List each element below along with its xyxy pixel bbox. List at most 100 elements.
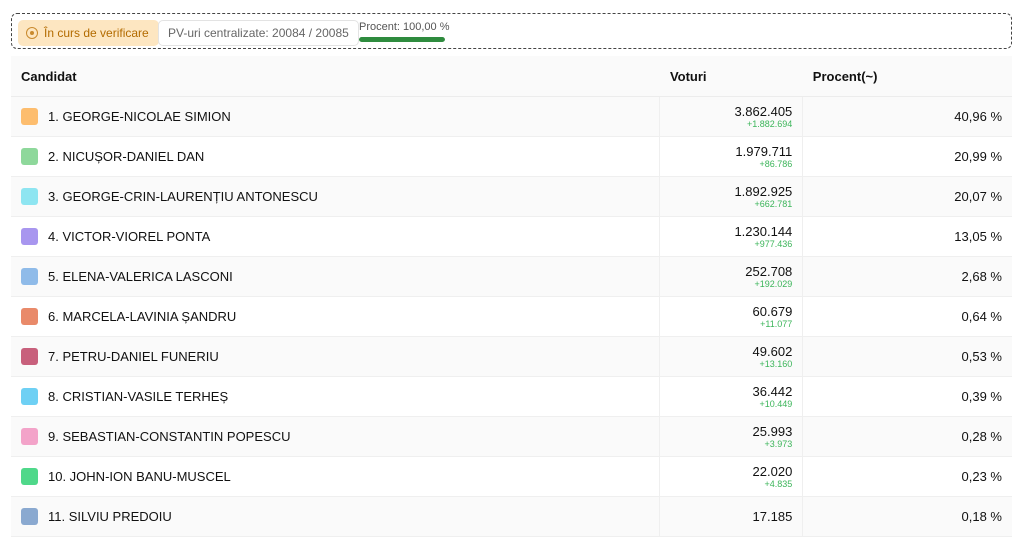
percent-cell: 40,96 % xyxy=(802,96,1012,137)
votes-delta: +3.973 xyxy=(764,438,793,449)
candidate-color-swatch xyxy=(21,148,38,165)
votes-delta: +86.786 xyxy=(759,158,793,169)
table-row[interactable]: 1. GEORGE-NICOLAE SIMION 3.862.405 +1.882.… xyxy=(11,96,1012,137)
votes-total: 25.993 xyxy=(752,423,793,439)
votes-total: 1.892.925 xyxy=(734,183,793,199)
header-percent[interactable]: Procent(~) xyxy=(802,56,1012,97)
candidate-color-swatch xyxy=(21,268,38,285)
candidate-name: 8. CRISTIAN-VASILE TERHEȘ xyxy=(48,389,229,404)
candidate-name: 1. GEORGE-NICOLAE SIMION xyxy=(48,109,231,124)
table-row[interactable]: 9. SEBASTIAN-CONSTANTIN POPESCU 25.993 +3.… xyxy=(11,416,1012,457)
percent-cell: 2,68 % xyxy=(802,256,1012,297)
candidate-color-swatch xyxy=(21,108,38,125)
candidate-color-swatch xyxy=(21,188,38,205)
results-table: Candidat Voturi Procent(~) 1. GEORGE-NIC… xyxy=(11,56,1012,537)
status-badge-label: În curs de verificare xyxy=(44,26,149,40)
percent-cell: 0,53 % xyxy=(802,336,1012,377)
candidate-cell: 1. GEORGE-NICOLAE SIMION xyxy=(11,96,660,137)
votes-delta: +10.449 xyxy=(759,398,793,409)
header-votes[interactable]: Voturi xyxy=(659,56,803,97)
progress-track xyxy=(359,37,445,42)
progress-label: Procent: 100,00 % xyxy=(359,21,450,33)
votes-delta: +11.077 xyxy=(760,318,793,329)
votes-total: 60.679 xyxy=(752,303,793,319)
votes-total: 1.979.711 xyxy=(735,143,793,159)
votes-delta: +13.160 xyxy=(759,358,793,369)
votes-total: 17.185 xyxy=(752,508,793,524)
percent-cell: 20,99 % xyxy=(802,136,1012,177)
pv-count-chip: PV-uri centralizate: 20084 / 20085 xyxy=(158,20,359,46)
candidate-cell: 9. SEBASTIAN-CONSTANTIN POPESCU xyxy=(11,416,660,457)
candidate-name: 9. SEBASTIAN-CONSTANTIN POPESCU xyxy=(48,429,291,444)
votes-cell: 22.020 +4.835 xyxy=(659,456,804,497)
votes-delta: +977.436 xyxy=(754,238,793,249)
candidate-color-swatch xyxy=(21,228,38,245)
votes-cell: 25.993 +3.973 xyxy=(659,416,804,457)
votes-cell: 1.892.925 +662.781 xyxy=(659,176,804,217)
votes-delta: +662.781 xyxy=(754,198,793,209)
candidate-name: 7. PETRU-DANIEL FUNERIU xyxy=(48,349,219,364)
candidate-cell: 8. CRISTIAN-VASILE TERHEȘ xyxy=(11,376,660,417)
votes-cell: 17.185 xyxy=(659,496,804,537)
table-row[interactable]: 2. NICUȘOR-DANIEL DAN 1.979.711 +86.786 20,… xyxy=(11,136,1012,177)
percent-cell: 0,39 % xyxy=(802,376,1012,417)
gear-icon xyxy=(26,27,38,39)
candidate-name: 2. NICUȘOR-DANIEL DAN xyxy=(48,149,205,164)
candidate-name: 3. GEORGE-CRIN-LAURENȚIU ANTONESCU xyxy=(48,189,318,204)
votes-cell: 1.979.711 +86.786 xyxy=(659,136,804,177)
table-row[interactable]: 6. MARCELA-LAVINIA ȘANDRU 60.679 +11.077 0,… xyxy=(11,296,1012,337)
votes-cell: 36.442 +10.449 xyxy=(659,376,804,417)
table-row[interactable]: 5. ELENA-VALERICA LASCONI 252.708 +192.029… xyxy=(11,256,1012,297)
progress-fill xyxy=(359,37,445,42)
votes-total: 36.442 xyxy=(752,383,793,399)
candidate-color-swatch xyxy=(21,428,38,445)
votes-cell: 252.708 +192.029 xyxy=(659,256,804,297)
votes-cell: 60.679 +11.077 xyxy=(659,296,804,337)
votes-total: 1.230.144 xyxy=(734,223,793,239)
votes-total: 252.708 xyxy=(745,263,793,279)
candidate-cell: 7. PETRU-DANIEL FUNERIU xyxy=(11,336,660,377)
candidate-cell: 11. SILVIU PREDOIU xyxy=(11,496,660,537)
table-row[interactable]: 8. CRISTIAN-VASILE TERHEȘ 36.442 +10.449 0,… xyxy=(11,376,1012,417)
percent-cell: 0,28 % xyxy=(802,416,1012,457)
table-row[interactable]: 3. GEORGE-CRIN-LAURENȚIU ANTONESCU 1.892.… xyxy=(11,176,1012,217)
votes-delta: +4.835 xyxy=(764,478,793,489)
table-row[interactable]: 4. VICTOR-VIOREL PONTA 1.230.144 +977.436 1… xyxy=(11,216,1012,257)
candidate-cell: 2. NICUȘOR-DANIEL DAN xyxy=(11,136,660,177)
votes-cell: 3.862.405 +1.882.694 xyxy=(659,96,804,137)
candidate-cell: 10. JOHN-ION BANU-MUSCEL xyxy=(11,456,660,497)
percent-cell: 13,05 % xyxy=(802,216,1012,257)
votes-total: 22.020 xyxy=(752,463,793,479)
votes-total: 49.602 xyxy=(752,343,793,359)
table-header-row: Candidat Voturi Procent(~) xyxy=(11,56,1012,97)
percent-cell: 20,07 % xyxy=(802,176,1012,217)
votes-cell: 49.602 +13.160 xyxy=(659,336,804,377)
table-row[interactable]: 7. PETRU-DANIEL FUNERIU 49.602 +13.160 0,53… xyxy=(11,336,1012,377)
candidate-cell: 5. ELENA-VALERICA LASCONI xyxy=(11,256,660,297)
progress-indicator: Procent: 100,00 % xyxy=(359,21,451,42)
header-candidate[interactable]: Candidat xyxy=(11,56,660,97)
candidate-name: 6. MARCELA-LAVINIA ȘANDRU xyxy=(48,309,237,324)
candidate-cell: 4. VICTOR-VIOREL PONTA xyxy=(11,216,660,257)
percent-cell: 0,18 % xyxy=(802,496,1012,537)
table-row[interactable]: 11. SILVIU PREDOIU 17.185 0,18 % xyxy=(11,496,1012,537)
candidate-color-swatch xyxy=(21,308,38,325)
candidate-cell: 6. MARCELA-LAVINIA ȘANDRU xyxy=(11,296,660,337)
votes-cell: 1.230.144 +977.436 xyxy=(659,216,804,257)
candidate-name: 10. JOHN-ION BANU-MUSCEL xyxy=(48,469,231,484)
percent-cell: 0,23 % xyxy=(802,456,1012,497)
votes-delta: +1.882.694 xyxy=(747,118,793,129)
candidate-name: 5. ELENA-VALERICA LASCONI xyxy=(48,269,233,284)
candidate-cell: 3. GEORGE-CRIN-LAURENȚIU ANTONESCU xyxy=(11,176,660,217)
candidate-color-swatch xyxy=(21,348,38,365)
candidate-color-swatch xyxy=(21,508,38,525)
status-bar: În curs de verificare PV-uri centralizat… xyxy=(11,13,1012,49)
candidate-name: 4. VICTOR-VIOREL PONTA xyxy=(48,229,211,244)
table-row[interactable]: 10. JOHN-ION BANU-MUSCEL 22.020 +4.835 0,23… xyxy=(11,456,1012,497)
percent-cell: 0,64 % xyxy=(802,296,1012,337)
votes-delta: +192.029 xyxy=(754,278,793,289)
candidate-name: 11. SILVIU PREDOIU xyxy=(48,509,172,524)
votes-total: 3.862.405 xyxy=(734,103,793,119)
verification-status-badge: În curs de verificare xyxy=(18,20,159,46)
candidate-color-swatch xyxy=(21,468,38,485)
